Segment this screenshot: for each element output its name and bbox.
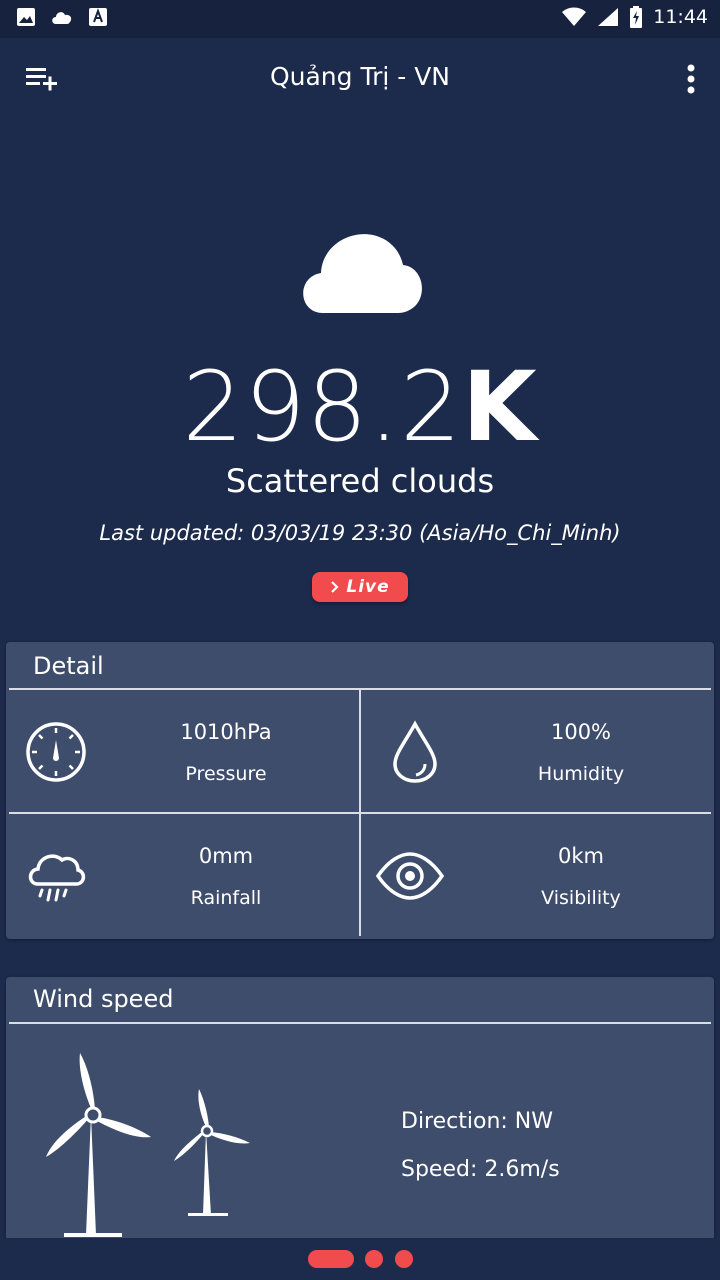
- toolbar: Quảng Trị - VN: [0, 38, 720, 118]
- last-updated: Last updated: 03/03/19 23:30 (Asia/Ho_Ch…: [99, 521, 621, 545]
- humidity-value: 100%: [550, 720, 612, 744]
- wind-card: Wind speed Direction: NW Speed: 2.6m/s: [6, 977, 714, 1247]
- wind-title: Wind speed: [33, 985, 174, 1013]
- temperature-value: 298.2: [182, 351, 463, 463]
- pressure-cell: 1010hPa Pressure: [6, 690, 358, 814]
- wind-speed: Speed: 2.6m/s: [401, 1157, 560, 1182]
- wifi-icon: [562, 7, 587, 26]
- humidity-cell: 100% Humidity: [361, 690, 713, 814]
- visibility-label: Visibility: [541, 887, 621, 909]
- pressure-value: 1010hPa: [180, 720, 272, 744]
- rainfall-label: Rainfall: [190, 887, 262, 909]
- temperature-unit: K: [462, 351, 538, 463]
- image-icon: [17, 8, 35, 26]
- gauge-icon: [26, 722, 86, 782]
- rainfall-cell: 0mm Rainfall: [6, 814, 358, 938]
- page-indicator: [0, 1238, 720, 1280]
- live-button[interactable]: Live: [312, 572, 408, 602]
- detail-card: Detail 1010hPa Pressure 100% Humidity 0m…: [6, 642, 714, 939]
- temperature: 298.2K: [0, 352, 720, 462]
- detail-title: Detail: [33, 652, 104, 680]
- font-icon: [89, 8, 107, 26]
- wind-turbine-icon: [46, 1053, 250, 1237]
- weather-description: Scattered clouds: [225, 462, 495, 500]
- rainfall-value: 0mm: [198, 844, 254, 868]
- page-dot[interactable]: [365, 1250, 383, 1268]
- battery-charging-icon: [630, 6, 643, 28]
- cloud-icon: [52, 12, 72, 24]
- page-dot[interactable]: [395, 1250, 413, 1268]
- humidity-label: Humidity: [537, 763, 625, 785]
- visibility-value: 0km: [558, 844, 604, 868]
- page-dot-active[interactable]: [308, 1250, 354, 1268]
- pressure-label: Pressure: [185, 763, 267, 785]
- status-time: 11:44: [653, 6, 708, 28]
- eye-icon: [375, 852, 445, 900]
- wind-direction: Direction: NW: [401, 1109, 554, 1134]
- droplet-icon: [393, 720, 437, 783]
- page-title: Quảng Trị - VN: [269, 62, 451, 91]
- more-vert-icon[interactable]: [686, 64, 696, 94]
- live-label: Live: [346, 577, 390, 597]
- chevron-right-icon: [331, 581, 339, 593]
- signal-icon: [598, 8, 619, 26]
- cloud-icon: [303, 234, 422, 313]
- divider: [9, 1022, 711, 1024]
- status-bar: 11:44: [0, 0, 720, 38]
- rain-cloud-icon: [28, 854, 86, 902]
- visibility-cell: 0km Visibility: [361, 814, 713, 938]
